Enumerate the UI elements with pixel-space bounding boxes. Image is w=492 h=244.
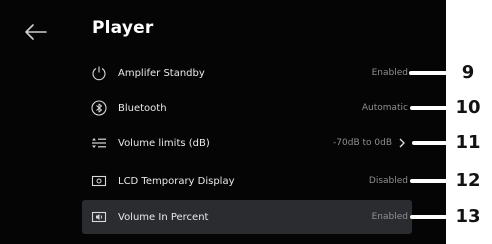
setting-row-volume-limits[interactable]: Volume limits (dB) -70dB to 0dB	[82, 126, 412, 160]
setting-row-lcd-temporary-display[interactable]: LCD Temporary Display Disabled	[82, 164, 412, 198]
callout-leader	[410, 106, 449, 110]
setting-label: LCD Temporary Display	[118, 175, 235, 187]
callout-leader	[410, 215, 449, 219]
callout-badge: 10	[446, 95, 490, 121]
callout-badge: 11	[446, 130, 490, 156]
callout-leader	[410, 179, 449, 183]
setting-value: Automatic	[361, 103, 408, 113]
settings-panel: Player Amplifer Standby Enabled Bluetoot…	[0, 0, 446, 244]
volume-limits-icon	[90, 134, 108, 152]
callout-badge: 9	[446, 60, 490, 86]
power-icon	[90, 64, 108, 82]
setting-row-bluetooth[interactable]: Bluetooth Automatic	[82, 91, 412, 125]
lcd-display-icon	[90, 172, 108, 190]
setting-label: Volume In Percent	[118, 211, 209, 223]
callout-leader	[412, 141, 449, 145]
setting-value: Disabled	[368, 176, 408, 186]
callout-badge: 13	[446, 204, 490, 230]
volume-percent-icon	[90, 208, 108, 226]
setting-row-amplifier-standby[interactable]: Amplifer Standby Enabled	[82, 56, 412, 90]
setting-value: -70dB to 0dB	[333, 138, 392, 148]
chevron-right-icon	[399, 138, 405, 148]
setting-value: Enabled	[371, 212, 408, 222]
setting-value: Enabled	[371, 68, 408, 78]
setting-label: Volume limits (dB)	[118, 137, 210, 149]
setting-label: Bluetooth	[118, 102, 167, 114]
back-arrow-icon[interactable]	[22, 22, 48, 42]
callout-badge: 12	[446, 168, 490, 194]
callout-leader	[409, 71, 449, 75]
page-title: Player	[92, 18, 154, 38]
bluetooth-icon	[90, 99, 108, 117]
setting-row-volume-in-percent[interactable]: Volume In Percent Enabled	[82, 200, 412, 234]
setting-label: Amplifer Standby	[118, 67, 205, 79]
